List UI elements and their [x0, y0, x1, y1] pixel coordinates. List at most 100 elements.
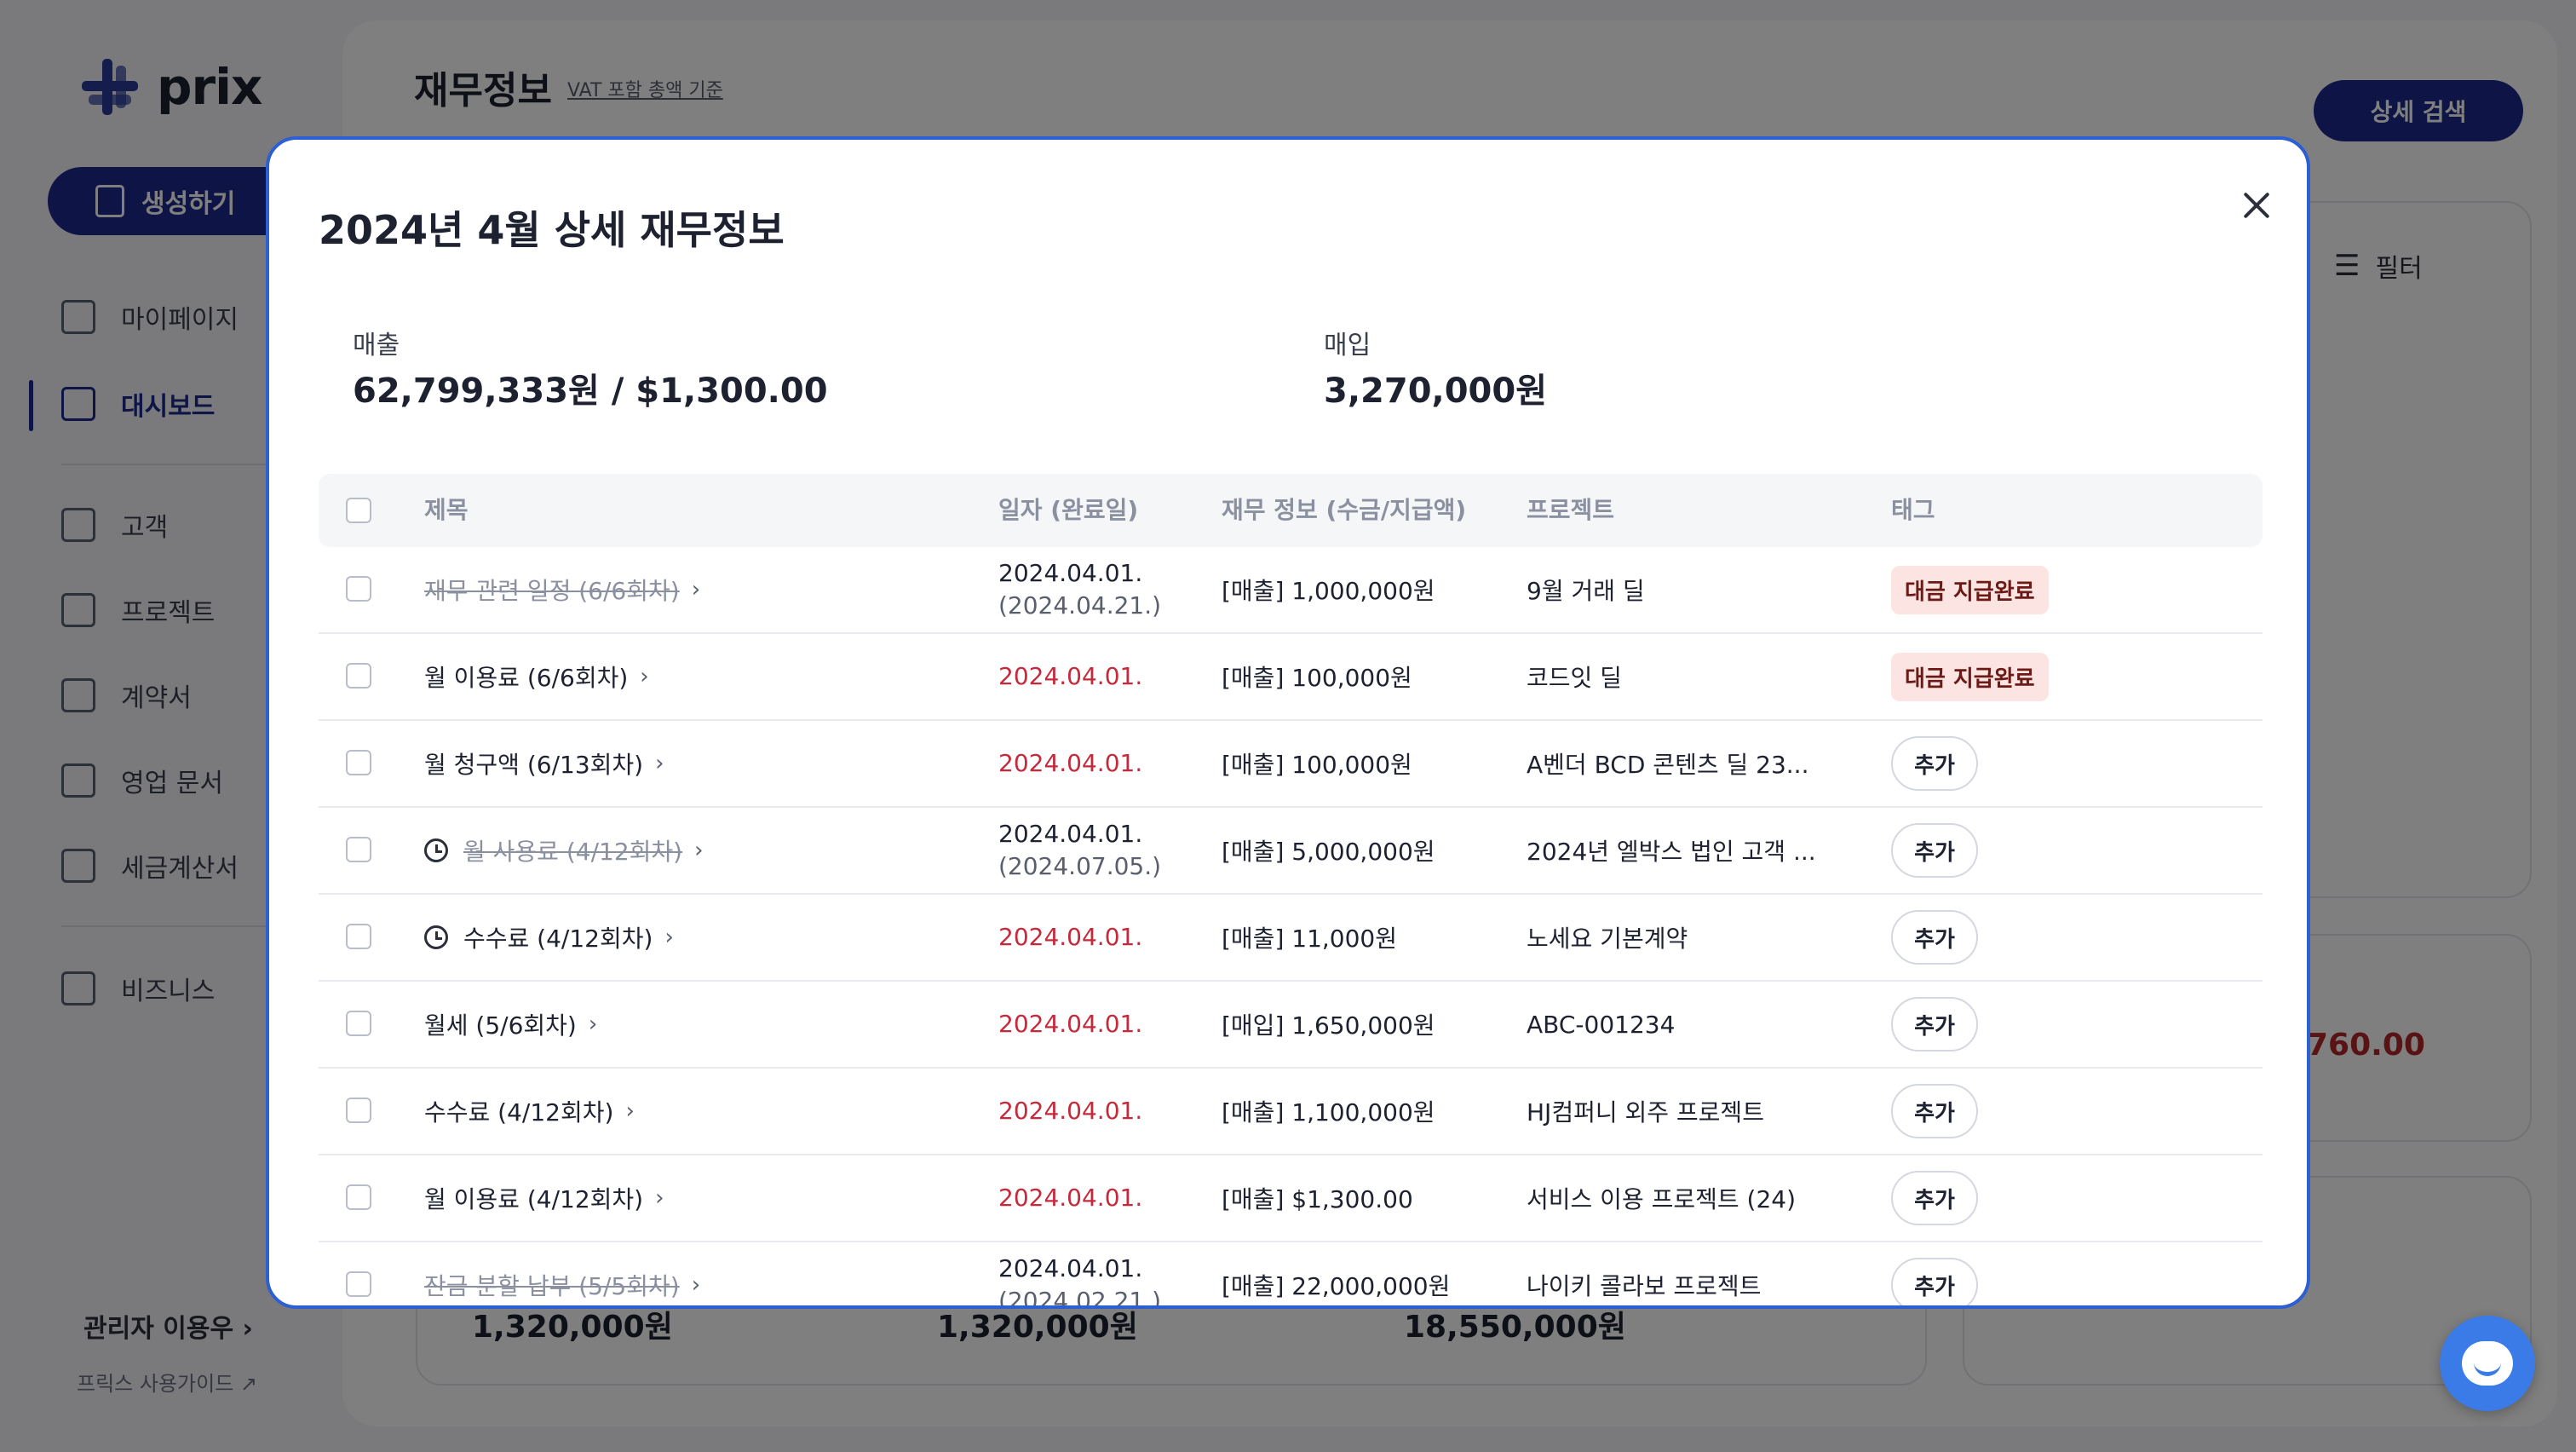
row-project: 노세요 기본계약 [1527, 925, 1688, 953]
table-row[interactable]: 월 이용료 (6/6회차) › 2024.04.01. [매출] 100,000원 코드… [319, 634, 2263, 721]
row-project: ABC-001234 [1527, 1010, 1676, 1039]
row-finance: [매출] 22,000,000원 [1222, 1272, 1451, 1300]
row-title: 월 이용료 (4/12회차) [424, 1185, 644, 1213]
add-tag-button[interactable]: 추가 [1891, 736, 1978, 791]
row-date: 2024.04.01. [998, 895, 1142, 980]
row-title-link[interactable]: 월 청구액 (6/13회차) › [424, 721, 664, 806]
scheduled-date: 2024.04.01. [998, 1254, 1143, 1282]
chevron-right-icon: › [588, 1011, 598, 1037]
scheduled-date: 2024.04.01. [998, 923, 1143, 951]
row-title-link[interactable]: 수수료 (4/12회차) › [424, 895, 674, 980]
row-checkbox[interactable] [346, 924, 371, 949]
column-header-finance[interactable]: 재무 정보 (수금/지급액) [1222, 474, 1466, 547]
row-date: 2024.04.01. [998, 1155, 1142, 1241]
chevron-right-icon: › [640, 664, 649, 689]
chevron-right-icon: › [625, 1098, 635, 1124]
row-date: 2024.04.01. (2024.04.21.) [998, 547, 1161, 632]
column-header-title[interactable]: 제목 [424, 474, 469, 547]
row-checkbox[interactable] [346, 663, 371, 689]
row-tag-cell: 추가 [1891, 1242, 1978, 1305]
add-tag-button[interactable]: 추가 [1891, 997, 1978, 1052]
row-tag-cell: 대금 지급완료 [1891, 634, 2049, 719]
chat-icon [2462, 1341, 2513, 1386]
add-tag-button[interactable]: 추가 [1891, 910, 1978, 965]
select-all-checkbox[interactable] [346, 498, 371, 523]
row-title-link[interactable]: 월 이용료 (6/6회차) › [424, 634, 649, 719]
row-checkbox[interactable] [346, 750, 371, 775]
row-checkbox[interactable] [346, 1098, 371, 1123]
row-project: 2024년 엘박스 법인 고객 ... [1527, 838, 1816, 866]
row-title-link[interactable]: 잔금 분할 납부 (5/5회차) › [424, 1242, 701, 1305]
row-date: 2024.04.01. (2024.07.05.) [998, 808, 1161, 893]
row-title: 월 사용료 (4/12회차) [463, 838, 683, 866]
row-checkbox[interactable] [346, 837, 371, 862]
column-header-date[interactable]: 일자 (완료일) [998, 474, 1138, 547]
row-title: 잔금 분할 납부 (5/5회차) [424, 1272, 680, 1300]
row-title-link[interactable]: 수수료 (4/12회차) › [424, 1069, 635, 1154]
modal-title: 2024년 4월 상세 재무정보 [319, 207, 785, 253]
row-tag-cell: 추가 [1891, 808, 1978, 893]
purchase-value: 3,270,000원 [1324, 372, 1548, 411]
payment-completed-tag[interactable]: 대금 지급완료 [1891, 652, 2049, 701]
clock-icon [424, 838, 448, 862]
table-row[interactable]: 재무 관련 일정 (6/6회차) › 2024.04.01. (2024.04.21.… [319, 547, 2263, 634]
row-date: 2024.04.01. [998, 634, 1142, 719]
row-project: A벤더 BCD 콘텐츠 딜 23... [1527, 751, 1809, 779]
table-row[interactable]: 잔금 분할 납부 (5/5회차) › 2024.04.01. (2024.02.21.… [319, 1242, 2263, 1309]
row-date: 2024.04.01. (2024.02.21.) [998, 1242, 1162, 1309]
row-tag-cell: 추가 [1891, 895, 1978, 980]
completed-date: (2024.07.05.) [998, 852, 1162, 880]
scheduled-date: 2024.04.01. [998, 749, 1143, 777]
chevron-right-icon: › [694, 838, 704, 863]
table-row[interactable]: 수수료 (4/12회차) › 2024.04.01. [매출] 1,100,000원 H… [319, 1069, 2263, 1155]
row-tag-cell: 추가 [1891, 1155, 1978, 1241]
row-project: HJ컴퍼니 외주 프로젝트 [1527, 1098, 1764, 1126]
scheduled-date: 2024.04.01. [998, 559, 1143, 587]
table-body: 재무 관련 일정 (6/6회차) › 2024.04.01. (2024.04.21.… [319, 547, 2263, 1309]
add-tag-button[interactable]: 추가 [1891, 1171, 1978, 1225]
row-date: 2024.04.01. [998, 982, 1142, 1067]
add-tag-button[interactable]: 추가 [1891, 1258, 1978, 1305]
sales-label: 매출 [353, 331, 400, 360]
chevron-right-icon: › [691, 1272, 701, 1298]
finance-table: 제목 일자 (완료일) 재무 정보 (수금/지급액) 프로젝트 태그 재무 관련… [319, 474, 2263, 1309]
row-finance: [매출] 1,000,000원 [1222, 577, 1435, 605]
completed-date: (2024.02.21.) [998, 1287, 1162, 1309]
column-header-tag[interactable]: 태그 [1891, 474, 1935, 547]
row-project: 9월 거래 딜 [1527, 577, 1645, 605]
row-finance: [매출] 5,000,000원 [1222, 838, 1435, 866]
completed-date: (2024.04.21.) [998, 591, 1162, 619]
row-title-link[interactable]: 월세 (5/6회차) › [424, 982, 597, 1067]
row-title: 월 청구액 (6/13회차) [424, 751, 644, 779]
row-checkbox[interactable] [346, 1184, 371, 1210]
scheduled-date: 2024.04.01. [998, 1010, 1143, 1038]
row-title: 월 이용료 (6/6회차) [424, 664, 629, 692]
row-title-link[interactable]: 월 이용료 (4/12회차) › [424, 1155, 664, 1241]
row-tag-cell: 추가 [1891, 1069, 1978, 1154]
add-tag-button[interactable]: 추가 [1891, 1084, 1978, 1138]
table-row[interactable]: 월 사용료 (4/12회차) › 2024.04.01. (2024.07.05.) [… [319, 808, 2263, 895]
add-tag-button[interactable]: 추가 [1891, 823, 1978, 878]
row-checkbox[interactable] [346, 1011, 371, 1036]
purchase-label: 매입 [1324, 331, 1371, 360]
row-finance: [매출] 100,000원 [1222, 751, 1412, 779]
table-row[interactable]: 월세 (5/6회차) › 2024.04.01. [매입] 1,650,000원 ABC… [319, 982, 2263, 1069]
payment-completed-tag[interactable]: 대금 지급완료 [1891, 565, 2049, 614]
scheduled-date: 2024.04.01. [998, 820, 1143, 848]
chat-button[interactable] [2440, 1316, 2535, 1411]
row-finance: [매출] 11,000원 [1222, 925, 1398, 953]
finance-detail-modal: 2024년 4월 상세 재무정보 매출 62,799,333원 / $1,300… [266, 136, 2310, 1309]
sales-value: 62,799,333원 / $1,300.00 [353, 372, 828, 411]
table-row[interactable]: 수수료 (4/12회차) › 2024.04.01. [매출] 11,000원 노세요 … [319, 895, 2263, 982]
row-title-link[interactable]: 월 사용료 (4/12회차) › [424, 808, 704, 893]
row-checkbox[interactable] [346, 1271, 371, 1297]
table-row[interactable]: 월 청구액 (6/13회차) › 2024.04.01. [매출] 100,000원 A… [319, 721, 2263, 808]
chevron-right-icon: › [691, 577, 701, 602]
column-header-project[interactable]: 프로젝트 [1527, 474, 1614, 547]
row-finance: [매출] 100,000원 [1222, 664, 1412, 692]
row-title-link[interactable]: 재무 관련 일정 (6/6회차) › [424, 547, 700, 632]
row-project: 코드잇 딜 [1527, 664, 1622, 692]
close-button[interactable] [2234, 182, 2280, 228]
table-row[interactable]: 월 이용료 (4/12회차) › 2024.04.01. [매출] $1,300.00… [319, 1155, 2263, 1242]
row-checkbox[interactable] [346, 576, 371, 602]
